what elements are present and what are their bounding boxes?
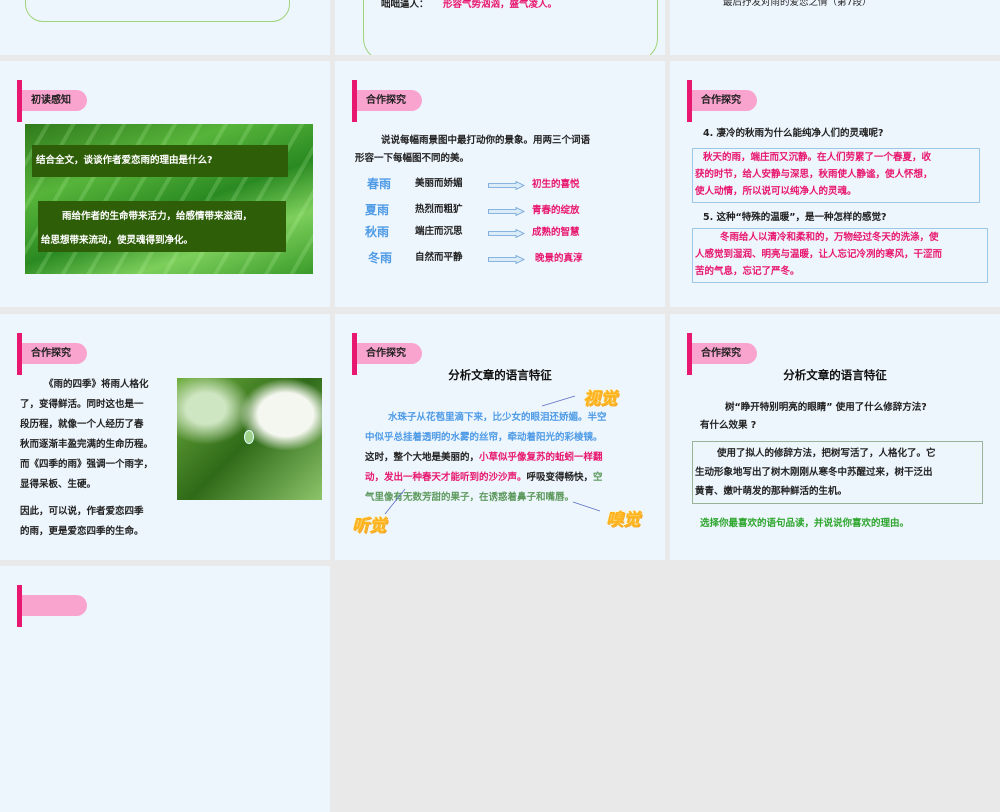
season-description: 端庄而沉思 bbox=[415, 226, 463, 237]
section-tag: 合作探究 bbox=[692, 343, 757, 364]
arrow-right-icon bbox=[488, 207, 525, 216]
conclusion-line: 因此，可以说，作者爱恋四季 bbox=[20, 506, 144, 517]
slide-title: 分析文章的语言特征 bbox=[783, 368, 887, 382]
slide-thumbnail-4[interactable]: 初读感知 结合全文，谈谈作者爱恋雨的理由是什么? 雨给作者的生命带来活力，给感情… bbox=[0, 61, 330, 307]
answer-5-line-1: 冬雨给人以清冷和柔和的，万物经过冬天的洗涤，使 bbox=[720, 232, 939, 243]
body-line: 段历程，就像一个人经历了春 bbox=[20, 419, 144, 430]
slide-thumbnail-10[interactable] bbox=[0, 566, 330, 812]
flower-raindrop-image bbox=[177, 378, 322, 500]
slide-thumbnail-1[interactable] bbox=[0, 0, 330, 55]
section-tag bbox=[22, 595, 87, 616]
slide-thumbnail-9[interactable]: 合作探究 分析文章的语言特征 树“睁开特别明亮的眼睛” 使用了什么修辞方法? 有… bbox=[670, 314, 1000, 560]
prompt-text: 选择你最喜欢的语句品读，并说说你喜欢的理由。 bbox=[700, 518, 910, 529]
slide-thumbnail-3[interactable]: 最后抒发对雨的爱恋之情（第7段） bbox=[670, 0, 1000, 55]
body-line: 秋而逐渐丰盈完满的生命历程。 bbox=[20, 439, 154, 450]
sight-label: 视觉 bbox=[583, 389, 617, 409]
season-label: 冬雨 bbox=[368, 251, 393, 265]
rounded-box bbox=[25, 0, 290, 22]
hearing-label: 听觉 bbox=[352, 516, 386, 536]
arrow-right-icon bbox=[488, 181, 525, 190]
season-meaning: 青春的绽放 bbox=[532, 205, 580, 216]
slide-thumbnail-8[interactable]: 合作探究 分析文章的语言特征 水珠子从花苞里滴下来，比少女的眼泪还娇媚。半空 中… bbox=[335, 314, 665, 560]
question-5: 5. 这种“特殊的温暖”，是一种怎样的感觉? bbox=[703, 212, 887, 223]
intro-line-1: 说说每幅雨景图中最打动你的景象。用两三个词语 bbox=[381, 135, 591, 146]
body-line: 《雨的四季》将雨人格化 bbox=[44, 379, 149, 390]
definition-text: 形容气势汹汹，盛气凌人。 bbox=[443, 0, 558, 10]
season-description: 美丽而娇媚 bbox=[415, 178, 463, 189]
section-tag: 合作探究 bbox=[22, 343, 87, 364]
answer-5-line-2: 人感觉到湿润、明亮与温暖，让人忘记冷冽的寒风，干涩而 bbox=[695, 249, 943, 260]
season-description: 自然而平静 bbox=[415, 252, 463, 263]
answer-line-1: 雨给作者的生命带来活力，给感情带来滋润， bbox=[62, 211, 253, 222]
section-tag: 合作探究 bbox=[357, 90, 422, 111]
answer-line: 黄青、嫩叶萌发的那种鲜活的生机。 bbox=[695, 486, 848, 497]
slide-thumbnail-2[interactable]: 咄咄逼人： 形容气势汹汹，盛气凌人。 bbox=[335, 0, 665, 55]
body-line: 而《四季的雨》强调一个雨字， bbox=[20, 459, 154, 470]
season-description: 热烈而粗犷 bbox=[415, 204, 463, 215]
question-4: 4. 凄冷的秋雨为什么能纯净人们的灵魂呢? bbox=[703, 128, 884, 139]
intro-line-2: 形容一下每幅图不同的美。 bbox=[355, 153, 470, 164]
answer-4-line-1: 秋天的雨，端庄而又沉静。在人们劳累了一个春夏，收 bbox=[703, 152, 932, 163]
season-label: 夏雨 bbox=[365, 203, 390, 217]
question-line-1: 树“睁开特别明亮的眼睛” 使用了什么修辞方法? bbox=[725, 402, 927, 413]
answer-4-line-3: 使人动情，所以说可以纯净人的灵魂。 bbox=[695, 186, 857, 197]
season-label: 秋雨 bbox=[365, 225, 390, 239]
arrow-right-icon bbox=[488, 255, 525, 264]
smell-label: 嗅觉 bbox=[606, 510, 640, 530]
section-tag: 初读感知 bbox=[22, 90, 87, 111]
slide-thumbnail-5[interactable]: 合作探究 说说每幅雨景图中最打动你的景象。用两三个词语 形容一下每幅图不同的美。… bbox=[335, 61, 665, 307]
conclusion-line: 的雨，更是爱恋四季的生命。 bbox=[20, 526, 144, 537]
season-label: 春雨 bbox=[367, 177, 392, 191]
slide-thumbnail-6[interactable]: 合作探究 4. 凄冷的秋雨为什么能纯净人们的灵魂呢? 秋天的雨，端庄而又沉静。在… bbox=[670, 61, 1000, 307]
slide-thumbnail-7[interactable]: 合作探究 《雨的四季》将雨人格化 了，变得鲜活。同时这也是一 段历程，就像一个人… bbox=[0, 314, 330, 560]
answer-line: 使用了拟人的修辞方法，把树写活了，人格化了。它 bbox=[717, 448, 936, 459]
season-meaning: 成熟的智慧 bbox=[532, 227, 580, 238]
question-line-2: 有什么效果 ? bbox=[700, 420, 757, 431]
summary-text: 最后抒发对雨的爱恋之情（第7段） bbox=[723, 0, 872, 8]
body-line: 了，变得鲜活。同时这也是一 bbox=[20, 399, 144, 410]
body-line: 显得呆板、生硬。 bbox=[20, 479, 97, 490]
answer-line-2: 给思想带来流动，使灵魂得到净化。 bbox=[41, 235, 194, 246]
answer-4-line-2: 获的时节，给人安静与深思，秋雨使人静谧，使人怀想， bbox=[695, 169, 933, 180]
answer-5-line-3: 苦的气息，忘记了严冬。 bbox=[695, 266, 800, 277]
section-tag: 合作探究 bbox=[692, 90, 757, 111]
question-text: 结合全文，谈谈作者爱恋雨的理由是什么? bbox=[32, 145, 288, 177]
term-text: 咄咄逼人： bbox=[381, 0, 429, 10]
season-meaning: 晚景的真淳 bbox=[535, 253, 583, 264]
arrow-right-icon bbox=[488, 229, 525, 238]
answer-line: 生动形象地写出了树木刚刚从寒冬中苏醒过来，树干泛出 bbox=[695, 467, 933, 478]
season-meaning: 初生的喜悦 bbox=[532, 179, 580, 190]
